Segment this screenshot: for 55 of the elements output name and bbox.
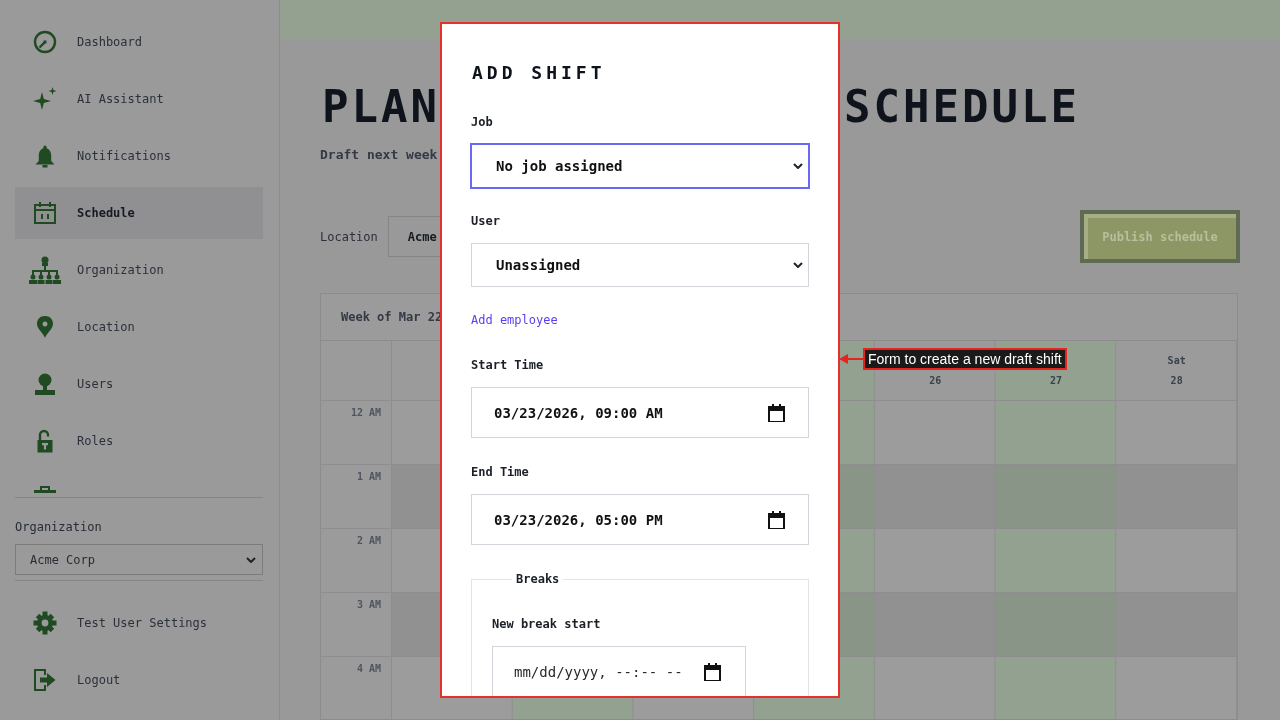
field-label: Job (471, 114, 493, 130)
nav-item[interactable]: Schedule (15, 187, 263, 239)
nav-item[interactable]: AI Assistant (15, 73, 263, 125)
group-legend: Breaks (512, 571, 564, 587)
chevron-down-icon (793, 262, 803, 268)
select-field[interactable]: Unassigned (471, 243, 809, 287)
time-label: 1 AM (356, 471, 381, 483)
chevron-down-icon (793, 163, 803, 169)
link[interactable]: Add employee (471, 312, 558, 328)
org-chart-icon (29, 256, 61, 284)
datetime-field[interactable]: 03/23/2026, 05:00 PM (471, 494, 809, 545)
calendar-icon (768, 510, 785, 529)
bell-icon (33, 144, 57, 168)
day-date: 26 (929, 373, 942, 388)
select-field[interactable]: No job assigned (470, 143, 810, 189)
calendar-icon (33, 201, 57, 225)
page-subtitle: Draft next week (320, 146, 438, 164)
nav-item[interactable]: Organization (15, 244, 263, 296)
field-label: Start Time (471, 357, 544, 373)
arrow-left-icon (839, 353, 863, 365)
nav-item[interactable]: Location (15, 301, 263, 353)
field-label: New break start (492, 616, 601, 632)
page-title: PLAN (322, 83, 440, 131)
datetime-field[interactable]: 03/23/2026, 09:00 AM (471, 387, 809, 438)
time-label: 4 AM (356, 663, 381, 675)
clipped-icon (33, 486, 57, 493)
nav-item[interactable]: Logout (15, 654, 263, 706)
time-label: 2 AM (356, 535, 381, 547)
nav-item[interactable]: Notifications (15, 130, 263, 182)
annotation-label: Form to create a new draft shift (863, 348, 1067, 370)
organization-label: Organization (15, 519, 102, 535)
nav-item[interactable]: Dashboard (15, 16, 263, 68)
nav-item[interactable]: Users (15, 358, 263, 410)
time-label: 3 AM (356, 599, 381, 611)
day-name: Sat (1167, 353, 1186, 368)
datetime-field[interactable]: mm/dd/yyyy, --:-- -- (492, 646, 746, 696)
nav-item[interactable]: Test User Settings (15, 597, 263, 649)
calendar-icon (704, 662, 721, 681)
calendar-icon (768, 403, 785, 422)
exit-arrow-icon (33, 668, 57, 692)
day-date: 27 (1049, 373, 1062, 388)
gauge-icon (33, 30, 57, 54)
dialog-title: ADD SHIFT (472, 61, 606, 85)
field-label: End Time (471, 464, 529, 480)
time-label: 12 AM (350, 407, 381, 419)
nav-item[interactable]: Roles (15, 415, 263, 467)
organization-select[interactable]: Acme Corp (15, 544, 263, 575)
page-title: SCHEDULE (843, 83, 1080, 131)
user-icon (33, 372, 57, 396)
chevron-down-icon (246, 556, 256, 563)
settings-icon (33, 611, 57, 635)
field-label: User (471, 213, 500, 229)
sparkle-icon (33, 87, 57, 111)
location-label: Location (320, 229, 378, 244)
day-date: 28 (1170, 373, 1183, 388)
